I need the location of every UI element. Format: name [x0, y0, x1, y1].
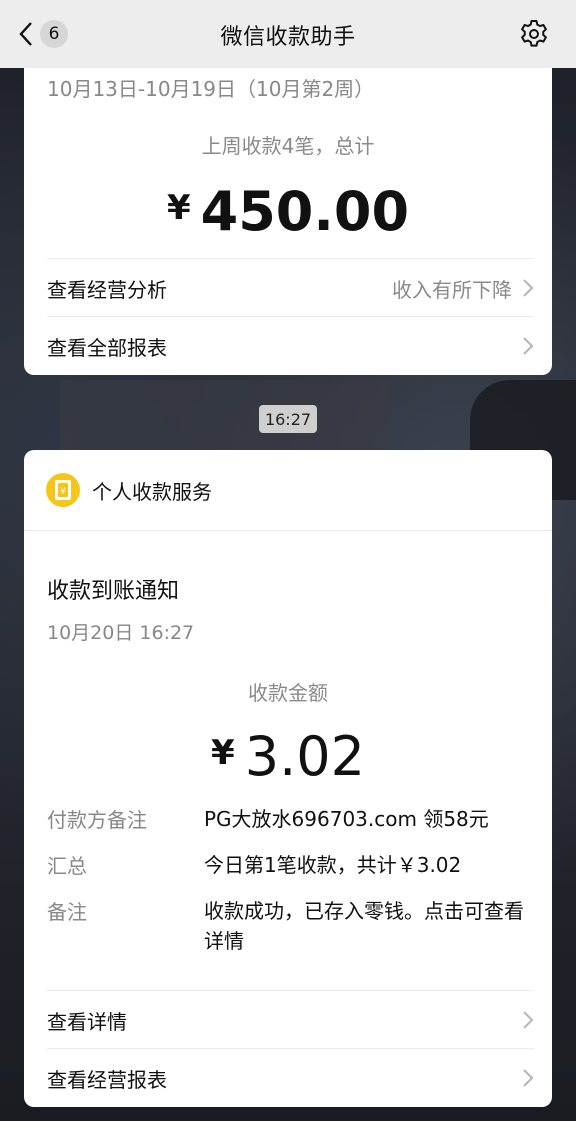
weekly-summary-text: 上周收款4笔，总计 — [201, 134, 375, 158]
wallet-icon: ¥ — [46, 473, 80, 507]
notice-title: 收款到账通知 — [47, 579, 180, 604]
detail-value: PG大放水696703.com 领58元 — [204, 807, 489, 831]
row-note: 收入有所下降 — [392, 277, 512, 302]
summary-row: 汇总 今日第1笔收款，共计￥3.02 — [47, 850, 528, 880]
detail-key: 汇总 — [47, 854, 87, 878]
view-details-row[interactable]: 查看详情 — [47, 990, 534, 1049]
detail-key: 备注 — [47, 900, 87, 924]
remark-row[interactable]: 备注 收款成功，已存入零钱。点击可查看详情 — [47, 896, 528, 956]
view-business-analysis-row[interactable]: 查看经营分析 收入有所下降 — [47, 258, 534, 317]
gear-icon[interactable] — [518, 18, 550, 50]
currency-symbol: ¥ — [211, 733, 235, 773]
detail-value: 今日第1笔收款，共计￥3.02 — [204, 853, 462, 877]
payment-amount-value: 3.02 — [244, 725, 365, 788]
chevron-right-icon — [523, 1011, 534, 1029]
detail-value: 收款成功，已存入零钱。点击可查看详情 — [204, 899, 524, 953]
row-label: 查看经营报表 — [47, 1067, 167, 1092]
weekly-amount: ¥450.00 — [24, 180, 552, 243]
amount-label: 收款金额 — [248, 681, 328, 705]
payment-amount: ¥3.02 — [24, 725, 552, 788]
chevron-right-icon — [523, 279, 534, 297]
row-label: 查看详情 — [47, 1009, 127, 1034]
payer-note-row: 付款方备注 PG大放水696703.com 领58元 — [47, 804, 528, 834]
payment-notification-card[interactable]: ¥ 个人收款服务 收款到账通知 10月20日 16:27 收款金额 ¥3.02 … — [24, 450, 552, 1107]
chevron-right-icon — [523, 337, 534, 355]
view-business-report-row[interactable]: 查看经营报表 — [47, 1048, 534, 1107]
service-header[interactable]: ¥ 个人收款服务 — [24, 450, 552, 531]
message-timestamp: 16:27 — [259, 405, 317, 433]
currency-symbol: ¥ — [166, 188, 191, 228]
svg-text:¥: ¥ — [60, 487, 66, 497]
weekly-amount-value: 450.00 — [200, 180, 410, 243]
page-title: 微信收款助手 — [220, 25, 356, 50]
notice-time: 10月20日 16:27 — [47, 622, 195, 644]
background-shape — [60, 380, 390, 460]
chevron-right-icon — [523, 1069, 534, 1087]
service-name: 个人收款服务 — [92, 479, 212, 504]
detail-key: 付款方备注 — [47, 808, 147, 832]
week-period: 10月13日-10月19日（10月第2周） — [47, 77, 375, 101]
row-label: 查看全部报表 — [47, 335, 167, 360]
weekly-summary-card[interactable]: 10月13日-10月19日（10月第2周） 上周收款4笔，总计 ¥450.00 … — [24, 40, 552, 375]
top-navigation-bar: 6 微信收款助手 — [0, 0, 576, 68]
row-label: 查看经营分析 — [47, 277, 167, 302]
view-all-reports-row[interactable]: 查看全部报表 — [47, 316, 534, 375]
